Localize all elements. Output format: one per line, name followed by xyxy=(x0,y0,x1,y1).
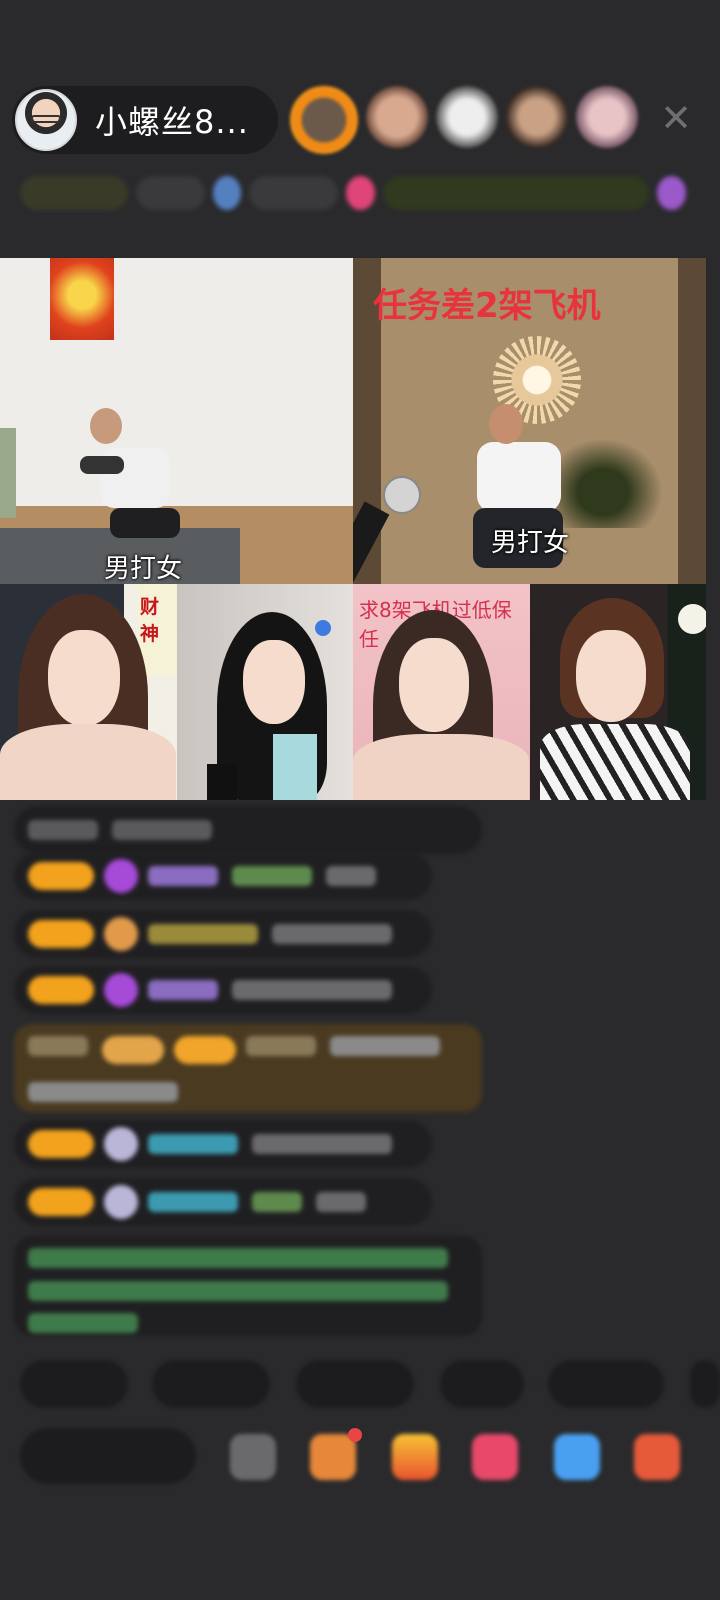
streamer-face xyxy=(242,640,305,724)
streamer-face xyxy=(48,630,120,726)
video-grid-bottom: 财神 求8架飞机过低保任 xyxy=(0,584,706,800)
wall-shelf xyxy=(0,428,16,518)
host-name: 小螺丝8... xyxy=(95,103,249,141)
stream-tile-3[interactable]: 财神 xyxy=(0,584,177,800)
hair-clip xyxy=(314,620,331,636)
streamer-face xyxy=(575,630,646,722)
stream-tile-1[interactable]: 男打女 xyxy=(0,258,353,584)
stream-label: 男打女 xyxy=(104,554,183,584)
stream-label: 男打女 xyxy=(491,528,570,558)
chat-message[interactable] xyxy=(14,1120,432,1168)
viewer-avatar[interactable] xyxy=(290,86,358,154)
streamer-face xyxy=(399,638,469,732)
host-avatar[interactable] xyxy=(15,89,77,151)
streamer-figure xyxy=(80,408,180,538)
notification-dot xyxy=(348,1428,362,1442)
more-icon[interactable] xyxy=(634,1434,680,1480)
chat-input[interactable] xyxy=(20,1428,196,1484)
bottom-toolbar xyxy=(20,1428,720,1484)
chat-message[interactable] xyxy=(14,910,432,958)
quick-reply-chip[interactable] xyxy=(440,1360,524,1408)
chat-message[interactable] xyxy=(14,806,482,854)
emoji-icon[interactable] xyxy=(230,1434,276,1480)
chat-message[interactable] xyxy=(14,1178,432,1226)
stream-tile-2[interactable]: 任务差2架飞机 男打女 xyxy=(353,258,706,584)
chat-message-highlight[interactable] xyxy=(14,1024,482,1112)
viewer-avatar[interactable] xyxy=(436,86,498,148)
viewer-avatar[interactable] xyxy=(506,86,568,148)
quick-reply-chip[interactable] xyxy=(152,1360,270,1408)
stream-tile-4[interactable] xyxy=(176,584,353,800)
microphone xyxy=(353,468,423,584)
red-envelope-icon[interactable] xyxy=(472,1434,518,1480)
chat-message[interactable] xyxy=(14,852,432,900)
wealth-tag: 财神 xyxy=(140,596,160,645)
poster-image xyxy=(50,258,114,340)
flower-decoration xyxy=(677,604,706,634)
quick-reply-chip[interactable] xyxy=(296,1360,414,1408)
quick-reply-chip[interactable] xyxy=(548,1360,664,1408)
room-info-bar[interactable] xyxy=(20,168,686,218)
quick-reply-chip[interactable] xyxy=(690,1360,720,1408)
close-icon[interactable]: ✕ xyxy=(656,98,696,138)
dark-mic-stand xyxy=(206,764,237,800)
stream-tile-6[interactable] xyxy=(529,584,706,800)
system-notice xyxy=(14,1236,482,1336)
gift-icon[interactable] xyxy=(310,1434,356,1480)
host-info-pill[interactable]: 小螺丝8... xyxy=(12,86,278,154)
game-icon[interactable] xyxy=(392,1434,438,1480)
stream-tile-5[interactable]: 求8架飞机过低保任 xyxy=(353,584,530,800)
viewer-avatar[interactable] xyxy=(576,86,638,148)
chat-message[interactable] xyxy=(14,966,432,1014)
top-viewers xyxy=(290,86,638,154)
mission-banner: 任务差2架飞机 xyxy=(373,286,601,326)
quick-reply-chip[interactable] xyxy=(20,1360,128,1408)
share-icon[interactable] xyxy=(554,1434,600,1480)
viewer-avatar[interactable] xyxy=(366,86,428,148)
video-grid-top: 男打女 任务差2架飞机 男打女 xyxy=(0,258,706,584)
